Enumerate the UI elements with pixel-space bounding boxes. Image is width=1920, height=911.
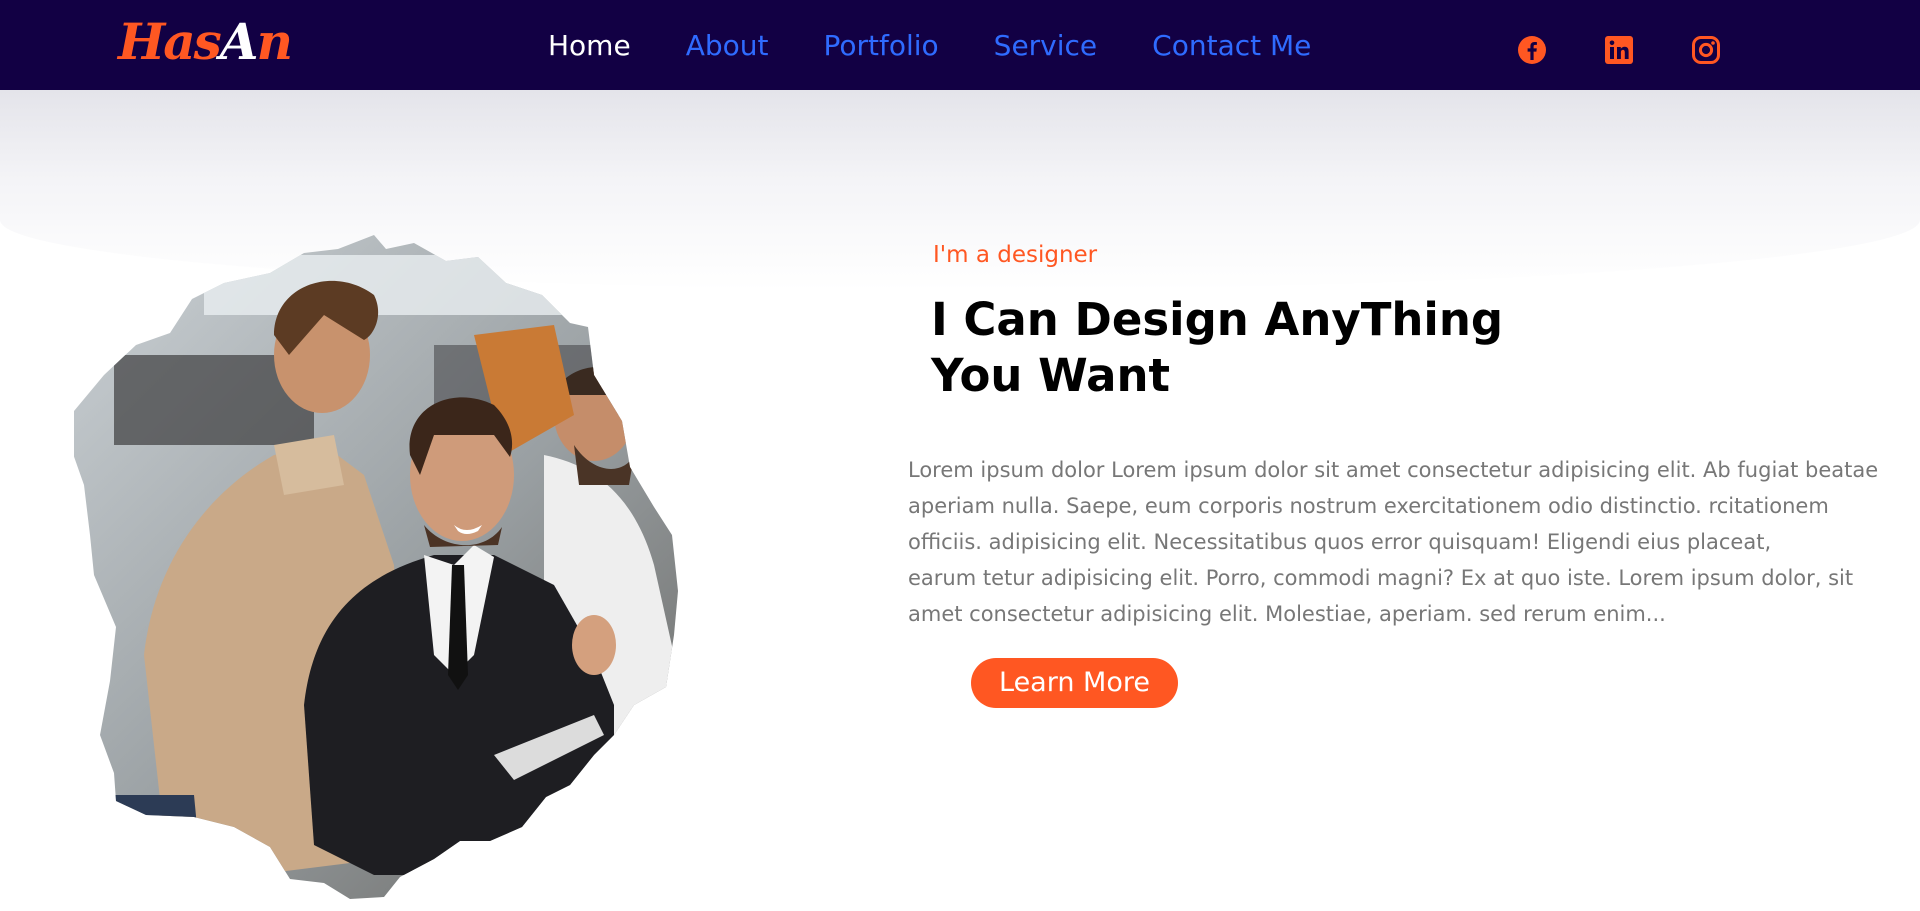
hero-subtitle: I'm a designer (933, 242, 1098, 268)
logo-text-part1: Has (118, 12, 222, 71)
nav-link-portfolio[interactable]: Portfolio (823, 28, 938, 64)
top-navbar: HasAn Home About Portfolio Service Conta… (0, 0, 1920, 90)
hero-headline-line1: I Can Design AnyThing (931, 293, 1504, 346)
hero-description: Lorem ipsum dolor Lorem ipsum dolor sit … (908, 452, 1898, 632)
logo-text-part2: A (219, 12, 259, 71)
hero-description-line: earum tetur adipisicing elit. Porro, com… (908, 566, 1854, 590)
hero-photo (74, 235, 750, 900)
facebook-icon[interactable] (1517, 35, 1547, 65)
main-nav: Home About Portfolio Service Contact Me (548, 28, 1311, 64)
site-logo[interactable]: HasAn (118, 12, 293, 72)
hero-description-line: aperiam nulla. Saepe, eum corporis nostr… (908, 494, 1829, 518)
nav-link-home[interactable]: Home (548, 28, 631, 64)
hero-description-line: Lorem ipsum dolor Lorem ipsum dolor sit … (908, 458, 1879, 482)
hero-description-line: amet consectetur adipisicing elit. Moles… (908, 602, 1666, 626)
hero-headline: I Can Design AnyThing You Want (931, 292, 1503, 404)
linkedin-icon[interactable] (1604, 35, 1634, 65)
nav-link-service[interactable]: Service (994, 28, 1097, 64)
nav-link-contact[interactable]: Contact Me (1152, 28, 1311, 64)
logo-text-part3: n (256, 12, 293, 71)
nav-link-about[interactable]: About (686, 28, 769, 64)
learn-more-button[interactable]: Learn More (971, 658, 1178, 708)
hero-description-line: officiis. adipisicing elit. Necessitatib… (908, 530, 1772, 554)
instagram-icon[interactable] (1691, 35, 1721, 65)
hero-headline-line2: You Want (931, 349, 1171, 402)
